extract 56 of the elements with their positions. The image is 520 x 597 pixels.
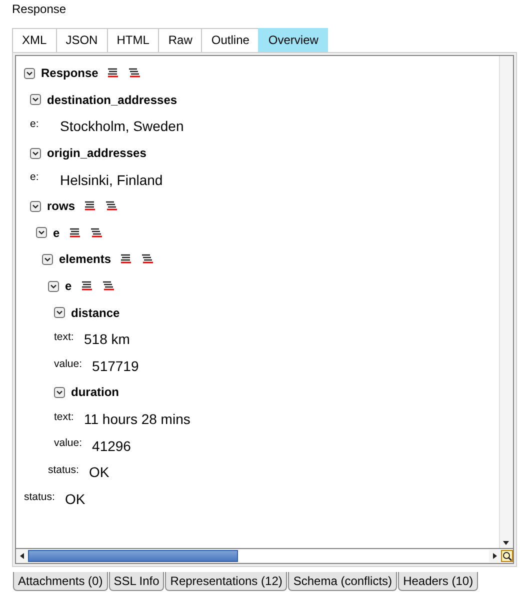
field-label: e: xyxy=(30,118,40,130)
list-lines-icon[interactable] xyxy=(68,228,81,238)
field-label: e: xyxy=(30,171,40,184)
tab[interactable]: Overview xyxy=(258,28,328,52)
list-lines-icon[interactable] xyxy=(105,201,118,212)
node-label: destination_addresses xyxy=(47,92,178,107)
collapse-icon[interactable] xyxy=(48,280,59,292)
vertical-scrollbar[interactable] xyxy=(499,56,513,549)
field-label: status: xyxy=(24,490,55,502)
list-lines-icon[interactable] xyxy=(120,254,132,264)
node-label: origin_addresses xyxy=(47,146,146,160)
collapse-icon[interactable] xyxy=(30,148,41,159)
collapse-icon[interactable] xyxy=(54,307,65,318)
list-lines-icon[interactable] xyxy=(80,281,93,292)
field-label: text: xyxy=(54,330,74,343)
list-lines-icon[interactable] xyxy=(90,228,102,238)
field-value: 11 hours 28 mins xyxy=(84,411,190,428)
list-lines-icon[interactable] xyxy=(84,201,96,212)
collapse-icon[interactable] xyxy=(24,68,35,79)
node-label: e xyxy=(53,226,60,240)
collapse-icon[interactable] xyxy=(42,254,53,265)
field-label: value: xyxy=(54,437,82,450)
node-label: e xyxy=(65,279,72,294)
list-lines-icon[interactable] xyxy=(102,281,114,292)
bottom-tab[interactable]: Headers (10) xyxy=(398,572,478,591)
list-lines-icon[interactable] xyxy=(141,254,154,264)
node-label: Response xyxy=(41,66,98,80)
bottom-tab[interactable]: SSL Info xyxy=(108,572,164,591)
collapse-icon[interactable] xyxy=(30,94,41,106)
collapse-icon[interactable] xyxy=(36,227,47,238)
node-label: elements xyxy=(59,252,112,266)
field-value: OK xyxy=(64,490,86,507)
node-label: rows xyxy=(47,199,76,214)
panel-title: Response xyxy=(12,2,68,18)
field-label: value: xyxy=(54,358,82,370)
field-label: text: xyxy=(54,410,74,423)
collapse-icon[interactable] xyxy=(54,386,65,398)
node-label: duration xyxy=(71,385,119,400)
bottom-tab[interactable]: Schema (conflicts) xyxy=(288,572,398,591)
collapse-icon[interactable] xyxy=(30,200,41,212)
list-lines-icon[interactable] xyxy=(107,68,120,78)
horizontal-scrollbar[interactable] xyxy=(16,548,513,563)
field-value: OK xyxy=(88,464,110,480)
bottom-tab[interactable]: Representations (12) xyxy=(165,572,288,591)
node-label: distance xyxy=(71,306,120,320)
field-label: status: xyxy=(48,464,79,476)
field-value: 41296 xyxy=(92,438,131,454)
field-value: Helsinki, Finland xyxy=(60,172,163,188)
list-lines-icon[interactable] xyxy=(128,68,140,78)
scroll-thumb[interactable] xyxy=(28,550,238,562)
field-value: 518 km xyxy=(84,331,130,348)
field-value: 517719 xyxy=(92,358,139,374)
magnifier-icon[interactable] xyxy=(501,550,513,562)
field-value: Stockholm, Sweden xyxy=(60,118,184,134)
bottom-tab[interactable]: Attachments (0) xyxy=(13,572,108,591)
tab[interactable]: XML xyxy=(12,28,57,52)
